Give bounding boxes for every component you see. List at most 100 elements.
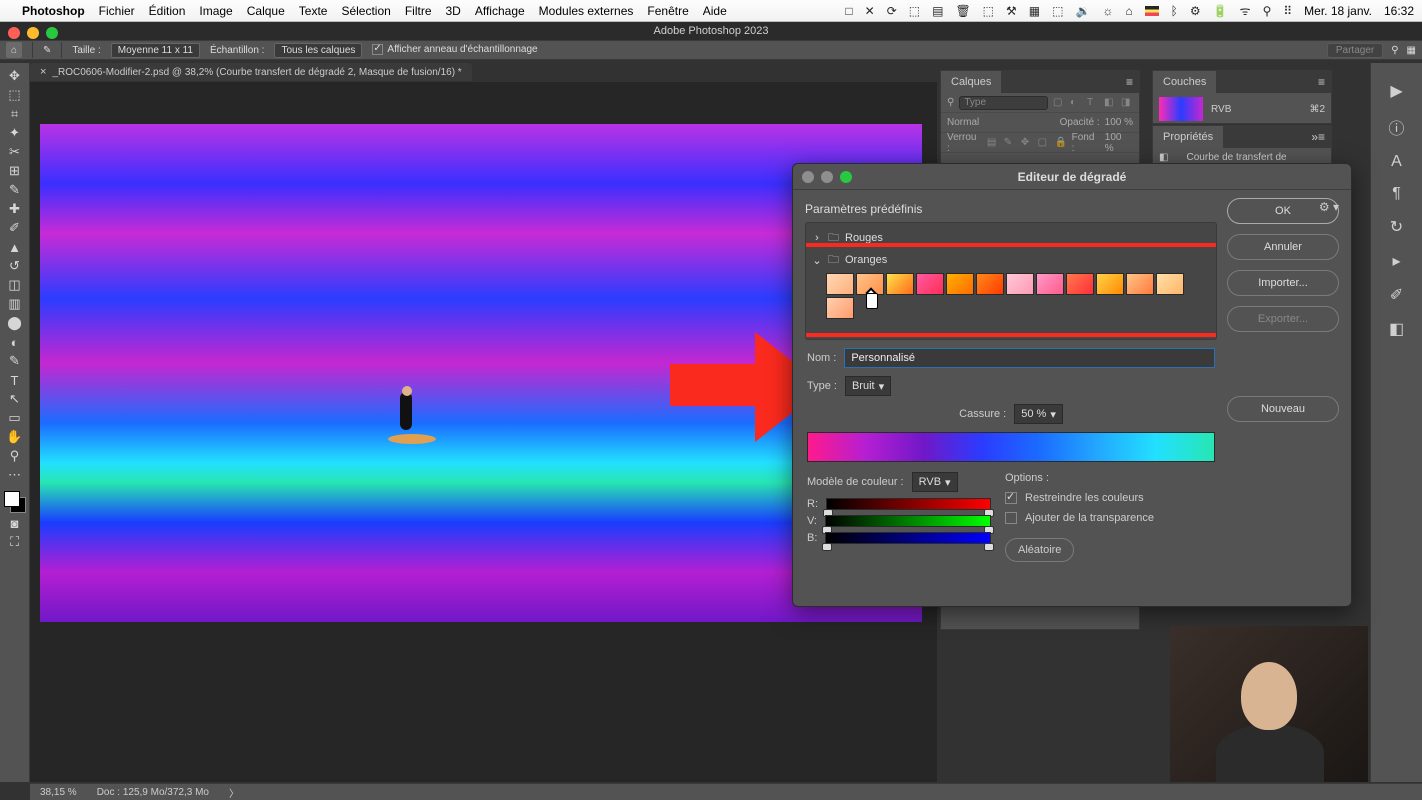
randomize-button[interactable]: Aléatoire (1005, 538, 1074, 562)
status-icon[interactable]: ▤ (932, 4, 943, 18)
lock-pixel-icon[interactable]: ✎ (1004, 137, 1016, 149)
b-slider[interactable] (825, 532, 991, 544)
r-slider[interactable] (826, 498, 991, 510)
eyedropper-tool[interactable]: ✎ (3, 181, 27, 199)
crop-tool[interactable]: ✂ (3, 143, 27, 161)
menu-edition[interactable]: Édition (149, 4, 186, 18)
home-button[interactable]: ⌂ (6, 42, 22, 58)
zoom-window-icon[interactable] (46, 27, 58, 39)
layers-icon[interactable]: ◧ (1389, 319, 1404, 339)
channel-rgb[interactable]: RVB ⌘2 (1159, 97, 1325, 121)
document-tab[interactable]: × _ROC0606-Modifier-2.psd @ 38,2% (Courb… (30, 63, 472, 81)
show-ring-checkbox[interactable] (372, 44, 383, 55)
status-icon[interactable]: ⬚ (1052, 4, 1063, 18)
healing-tool[interactable]: ✚ (3, 200, 27, 218)
search-icon[interactable]: ⚲ (1263, 4, 1272, 18)
control-center-icon[interactable]: ⠿ (1283, 4, 1292, 18)
share-button[interactable]: Partager (1327, 43, 1383, 58)
menu-modules[interactable]: Modules externes (539, 4, 634, 18)
status-icon[interactable]: ✕ (865, 4, 875, 18)
history-icon[interactable]: ↻ (1390, 217, 1403, 237)
wifi-icon[interactable]: ᯤ (1240, 2, 1251, 19)
path-tool[interactable]: ↖ (3, 390, 27, 408)
gradient-swatch[interactable] (916, 273, 944, 295)
character-icon[interactable]: A (1391, 153, 1402, 171)
brush-icon[interactable]: ✐ (1390, 285, 1403, 305)
status-icon[interactable]: ⌂ (1125, 4, 1132, 18)
chevron-right-icon[interactable]: 〉 (229, 785, 239, 800)
status-icon[interactable]: ☼ (1102, 4, 1113, 18)
more-tools[interactable]: ⋯ (3, 466, 27, 484)
wand-tool[interactable]: ✦ (3, 124, 27, 142)
workspace-icon[interactable]: ▦ (1407, 45, 1416, 56)
shape-tool[interactable]: ▭ (3, 409, 27, 427)
gradient-swatch[interactable] (946, 273, 974, 295)
filter-smart-icon[interactable]: ◨ (1121, 97, 1133, 109)
screenmode-tool[interactable]: ⛶ (3, 533, 27, 551)
lock-pos-icon[interactable]: ✥ (1021, 137, 1033, 149)
filter-type-icon[interactable]: T (1087, 97, 1099, 109)
play-icon[interactable]: ▶ (1390, 81, 1402, 101)
gradient-tool[interactable]: ▥ (3, 295, 27, 313)
zoom-tool[interactable]: ⚲ (3, 447, 27, 465)
dialog-minimize-icon[interactable] (821, 171, 833, 183)
opacity-value[interactable]: 100 % (1105, 117, 1133, 128)
status-icon[interactable]: ⟳ (887, 4, 897, 18)
filter-adjust-icon[interactable]: ◐ (1070, 97, 1082, 109)
type-tool[interactable]: T (3, 371, 27, 389)
export-button[interactable]: Exporter... (1227, 306, 1339, 332)
channels-tab[interactable]: Couches (1153, 71, 1217, 93)
gradient-swatch[interactable] (1156, 273, 1184, 295)
gradient-swatch[interactable] (1066, 273, 1094, 295)
status-icon[interactable]: 🗑 (955, 4, 970, 18)
folder-rouges[interactable]: › 🗀 Rouges (810, 227, 1212, 249)
info-icon[interactable]: ⓘ (1388, 115, 1404, 139)
battery-icon[interactable]: 🔋 (1213, 4, 1228, 18)
layer-filter-input[interactable]: Type (959, 96, 1048, 110)
dodge-tool[interactable]: ◐ (3, 333, 27, 351)
pen-tool[interactable]: ✎ (3, 352, 27, 370)
menu-calque[interactable]: Calque (247, 4, 285, 18)
type-select[interactable]: Bruit▾ (845, 376, 891, 396)
menu-fichier[interactable]: Fichier (99, 4, 135, 18)
gradient-swatch[interactable] (856, 273, 884, 295)
fill-value[interactable]: 100 % (1105, 132, 1133, 154)
import-button[interactable]: Importer... (1227, 270, 1339, 296)
status-icon[interactable]: 🔉 (1075, 4, 1090, 18)
menu-texte[interactable]: Texte (299, 4, 328, 18)
status-icon[interactable]: ⚒ (1006, 4, 1017, 18)
gradient-swatch[interactable] (826, 273, 854, 295)
gradient-swatch[interactable] (886, 273, 914, 295)
lasso-tool[interactable]: ⌗ (3, 105, 27, 123)
brush-tool[interactable]: ✐ (3, 219, 27, 237)
g-slider[interactable] (825, 515, 991, 527)
menu-fenetre[interactable]: Fenêtre (647, 4, 688, 18)
color-model-select[interactable]: RVB▾ (912, 472, 958, 492)
paragraph-icon[interactable]: ¶ (1392, 185, 1401, 203)
close-window-icon[interactable] (8, 27, 20, 39)
quickmask-tool[interactable]: ◙ (3, 514, 27, 532)
color-swatch[interactable] (4, 491, 26, 513)
panel-menu-icon[interactable]: ≡ (1312, 75, 1331, 89)
blur-tool[interactable]: ⬤ (3, 314, 27, 332)
menu-3d[interactable]: 3D (446, 4, 461, 18)
presets-gear-icon[interactable]: ⚙ ▾ (1319, 200, 1339, 214)
layers-tab[interactable]: Calques (941, 71, 1002, 93)
stamp-tool[interactable]: ▲ (3, 238, 27, 256)
dialog-zoom-icon[interactable] (840, 171, 852, 183)
filter-pixel-icon[interactable]: ▢ (1053, 97, 1065, 109)
menu-aide[interactable]: Aide (703, 4, 727, 18)
panel-menu-icon[interactable]: ≡ (1120, 75, 1139, 89)
bluetooth-icon[interactable]: ᛒ (1171, 4, 1178, 18)
frame-tool[interactable]: ⊞ (3, 162, 27, 180)
name-input[interactable] (844, 348, 1215, 368)
dialog-close-icon[interactable] (802, 171, 814, 183)
gradient-swatch[interactable] (1006, 273, 1034, 295)
new-button[interactable]: Nouveau (1227, 396, 1339, 422)
menu-affichage[interactable]: Affichage (475, 4, 525, 18)
app-name[interactable]: Photoshop (22, 4, 85, 18)
presets-list[interactable]: › 🗀 Rouges ⌄ 🗀 Oranges (805, 222, 1217, 340)
blend-mode-select[interactable]: Normal (947, 117, 1055, 128)
gradient-bar[interactable] (807, 432, 1215, 462)
menu-image[interactable]: Image (199, 4, 232, 18)
